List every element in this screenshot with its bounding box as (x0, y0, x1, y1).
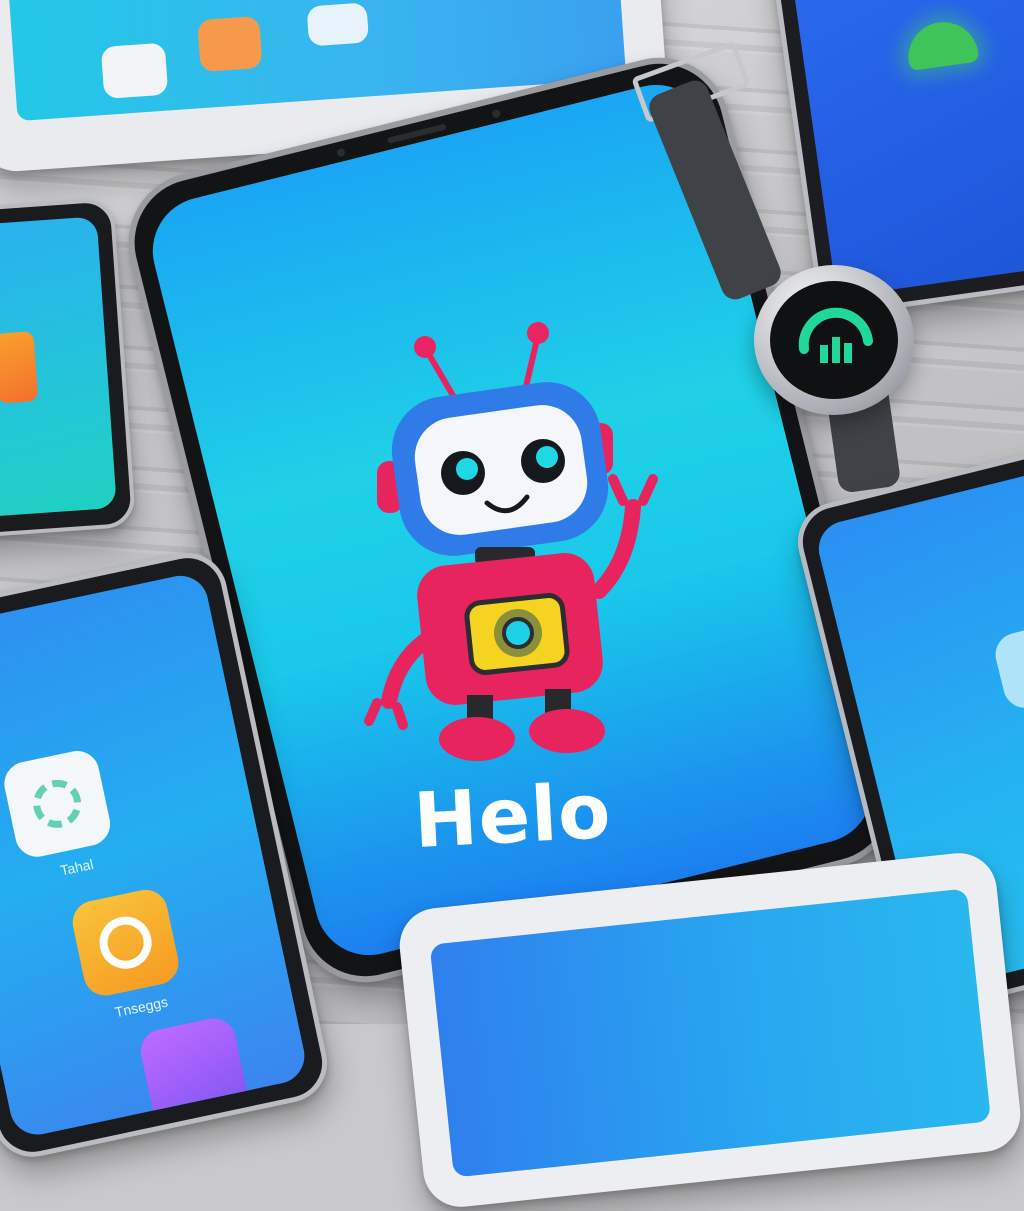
tablet-bottom (395, 849, 1024, 1211)
app-tile-icon (306, 2, 370, 47)
app-tile-icon (197, 15, 263, 73)
play-app-icon (0, 331, 39, 404)
sensor-icon (491, 109, 502, 119)
settings-app-icon[interactable] (0, 746, 115, 861)
app-tile-icon (100, 42, 169, 99)
phone-left (0, 197, 137, 543)
robot-eye-glint (455, 458, 478, 480)
camera-icon (336, 147, 346, 158)
robot-antenna (522, 336, 540, 394)
app-tile-icon[interactable] (990, 620, 1024, 713)
greeting-text: Helo (411, 765, 614, 866)
watch-case (754, 265, 914, 415)
compass-app-icon[interactable] (136, 1014, 251, 1129)
robot-foot (529, 709, 605, 753)
tablet-bottom-screen (429, 888, 992, 1178)
robot-foot (439, 717, 515, 761)
robot-antenna-tip (414, 336, 437, 358)
fitness-ring-icon (798, 307, 873, 363)
gear-icon (28, 775, 86, 833)
smartwatch (631, 40, 934, 494)
robot-claw (608, 474, 658, 506)
robot-icon (364, 322, 658, 761)
robot-eye-glint (536, 446, 558, 468)
robot-antenna (424, 348, 458, 402)
robot-arm (381, 633, 433, 709)
gear-center (502, 617, 534, 649)
robot-arm (591, 499, 641, 599)
target-icon (94, 911, 157, 974)
robot-antenna-tip (527, 322, 549, 344)
watch-face (770, 281, 898, 399)
target-app-icon[interactable] (68, 885, 183, 1000)
phone-left-screen (0, 216, 117, 522)
